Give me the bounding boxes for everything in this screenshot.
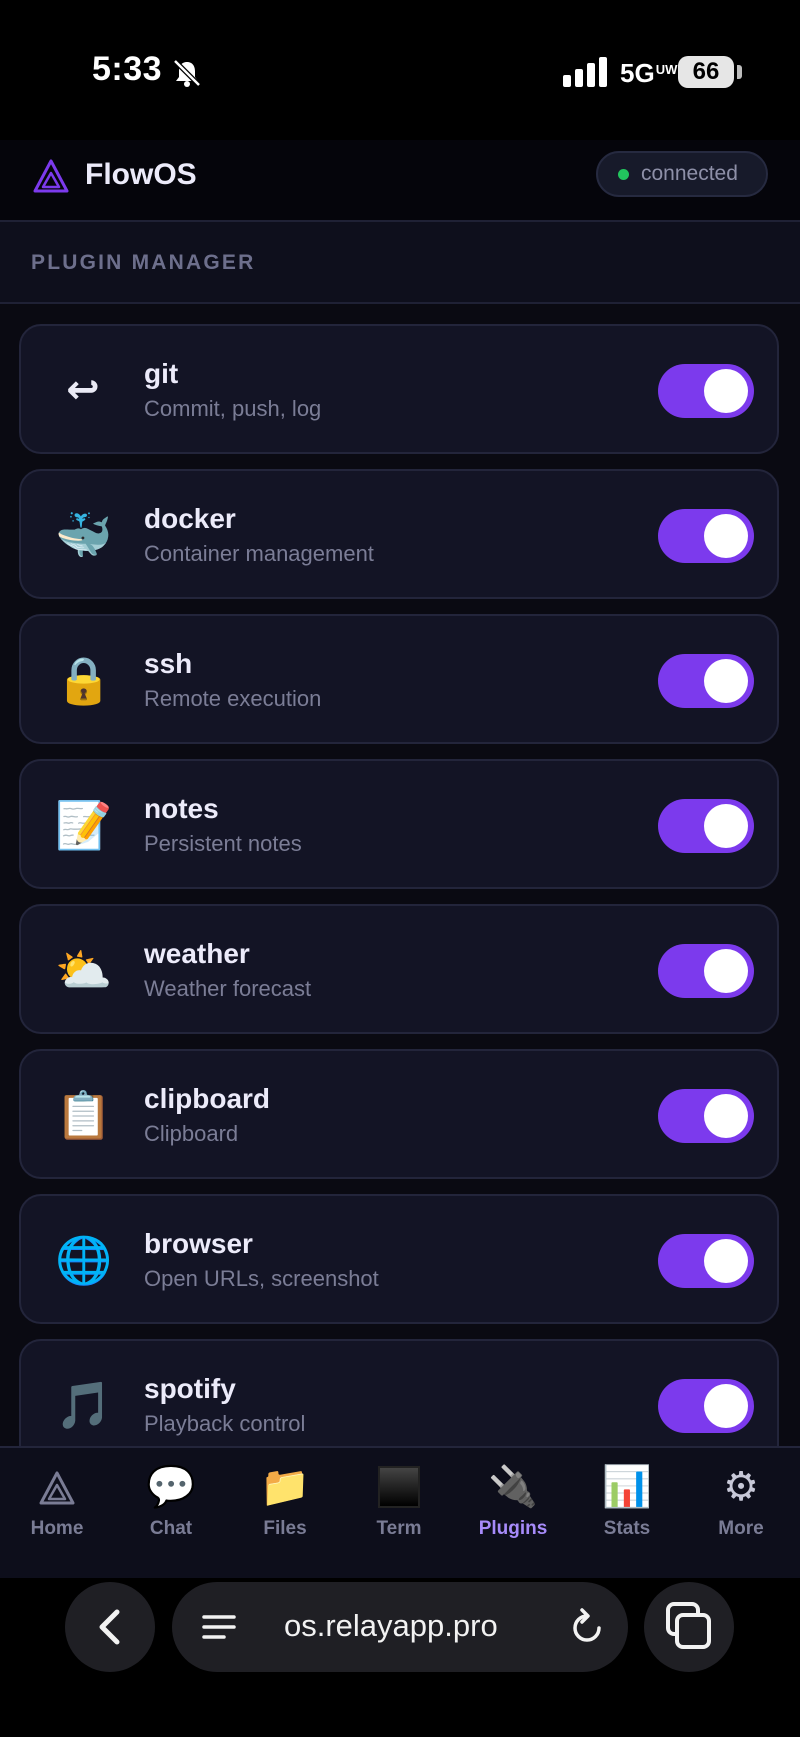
tab-label: Files	[263, 1518, 307, 1539]
tab-stats[interactable]: 📊 Stats	[577, 1462, 677, 1562]
browser-toolbar: os.relayapp.pro	[0, 1578, 800, 1737]
plugin-card-git[interactable]: ↩ git Commit, push, log	[19, 324, 779, 454]
plugin-name: docker	[144, 503, 236, 534]
bottom-tab-bar: Home 💬 Chat 📁 Files Term 🔌 Plugins 📊 Stats ⚙ More	[0, 1446, 800, 1578]
speech-bubble-icon: 💬	[146, 1465, 196, 1509]
toggle-knob	[704, 1094, 748, 1138]
tab-chat[interactable]: 💬 Chat	[121, 1462, 221, 1562]
tab-files[interactable]: 📁 Files	[235, 1462, 335, 1562]
clipboard-icon: 📋	[55, 1089, 113, 1141]
plugin-card-notes[interactable]: 📝 notes Persistent notes	[19, 759, 779, 889]
tab-label: Stats	[603, 1518, 651, 1539]
plugin-description: Open URLs, screenshot	[144, 1266, 379, 1291]
back-button[interactable]	[65, 1582, 155, 1672]
toggle-knob	[704, 1384, 748, 1428]
tab-label: Term	[376, 1518, 422, 1539]
plugin-toggle[interactable]	[658, 509, 754, 563]
plugin-description: Persistent notes	[144, 831, 302, 856]
plugin-name: weather	[144, 938, 250, 969]
plugin-name: notes	[144, 793, 219, 824]
toggle-knob	[704, 514, 748, 558]
plugin-toggle[interactable]	[658, 799, 754, 853]
plugin-toggle[interactable]	[658, 654, 754, 708]
section-title: PLUGIN MANAGER	[31, 251, 256, 274]
plugin-card-ssh[interactable]: 🔒 ssh Remote execution	[19, 614, 779, 744]
plugin-toggle[interactable]	[658, 1379, 754, 1433]
plugin-name: spotify	[144, 1373, 236, 1404]
plugin-description: Commit, push, log	[144, 396, 322, 421]
plugin-card-clipboard[interactable]: 📋 clipboard Clipboard	[19, 1049, 779, 1179]
connection-dot	[618, 169, 629, 180]
plugin-description: Container management	[144, 541, 374, 566]
memo-icon: 📝	[55, 799, 113, 851]
section-header: PLUGIN MANAGER	[0, 222, 800, 304]
plugin-name: git	[144, 358, 179, 389]
globe-icon: 🌐	[55, 1234, 113, 1286]
tab-label: More	[718, 1518, 764, 1539]
battery-level: 66	[678, 56, 734, 88]
plugin-card-browser[interactable]: 🌐 browser Open URLs, screenshot	[19, 1194, 779, 1324]
tab-label: Chat	[149, 1518, 193, 1539]
lock-icon: 🔒	[55, 654, 113, 706]
plugin-card-weather[interactable]: ⛅ weather Weather forecast	[19, 904, 779, 1034]
battery-tip	[737, 65, 742, 79]
plugin-toggle[interactable]	[658, 364, 754, 418]
bar-chart-icon: 📊	[602, 1465, 652, 1509]
reload-icon[interactable]	[569, 1608, 605, 1646]
plugin-list[interactable]: ↩ git Commit, push, log 🐳 docker Container ma…	[0, 304, 800, 1446]
plugin-name: browser	[144, 1228, 253, 1259]
return-arrow-icon: ↩	[66, 368, 100, 412]
plugin-toggle[interactable]	[658, 1234, 754, 1288]
plugin-name: ssh	[144, 648, 193, 679]
app-header: FlowOS connected	[0, 140, 800, 222]
plugin-card-spotify[interactable]: 🎵 spotify Playback control	[19, 1339, 779, 1446]
url-text[interactable]: os.relayapp.pro	[284, 1608, 498, 1644]
toggle-knob	[704, 804, 748, 848]
triangle-logo-icon	[33, 159, 69, 193]
plugin-description: Remote execution	[144, 686, 322, 711]
cellular-signal-icon	[563, 57, 607, 87]
toggle-knob	[704, 369, 748, 413]
plugin-toggle[interactable]	[658, 1089, 754, 1143]
plug-icon: 🔌	[488, 1465, 538, 1509]
tabs-overview-icon	[666, 1602, 711, 1649]
bell-muted-icon	[173, 59, 201, 87]
toggle-knob	[704, 949, 748, 993]
toggle-knob	[704, 1239, 748, 1283]
tab-home[interactable]: Home	[7, 1462, 107, 1562]
triangle-logo-icon	[7, 1462, 107, 1512]
terminal-icon	[349, 1462, 449, 1512]
status-bar: 5:33 5GUW 66	[0, 0, 800, 140]
connection-label: connected	[641, 162, 738, 185]
gear-icon: ⚙	[723, 1465, 759, 1509]
connection-status-badge: connected	[596, 151, 768, 197]
plugin-description: Playback control	[144, 1411, 306, 1436]
plugin-description: Clipboard	[144, 1121, 239, 1146]
tabs-button[interactable]	[644, 1582, 734, 1672]
app-title: FlowOS	[85, 158, 197, 191]
plugin-name: clipboard	[144, 1083, 271, 1114]
tab-more[interactable]: ⚙ More	[691, 1462, 791, 1562]
sun-behind-cloud-icon: ⛅	[55, 944, 113, 996]
address-bar[interactable]: os.relayapp.pro	[172, 1582, 628, 1672]
status-time: 5:33	[92, 50, 163, 88]
toggle-knob	[704, 659, 748, 703]
plugin-toggle[interactable]	[658, 944, 754, 998]
chevron-left-icon	[99, 1609, 120, 1645]
plugin-card-docker[interactable]: 🐳 docker Container management	[19, 469, 779, 599]
music-note-icon: 🎵	[55, 1379, 113, 1431]
plugin-description: Weather forecast	[144, 976, 312, 1001]
tab-label: Home	[30, 1518, 84, 1539]
whale-icon: 🐳	[55, 509, 113, 561]
tab-term[interactable]: Term	[349, 1462, 449, 1562]
tab-label: Plugins	[478, 1518, 548, 1539]
network-type: 5GUW	[620, 58, 678, 88]
folder-icon: 📁	[260, 1465, 310, 1509]
tab-plugins[interactable]: 🔌 Plugins	[463, 1462, 563, 1562]
menu-lines-icon[interactable]	[202, 1611, 236, 1643]
